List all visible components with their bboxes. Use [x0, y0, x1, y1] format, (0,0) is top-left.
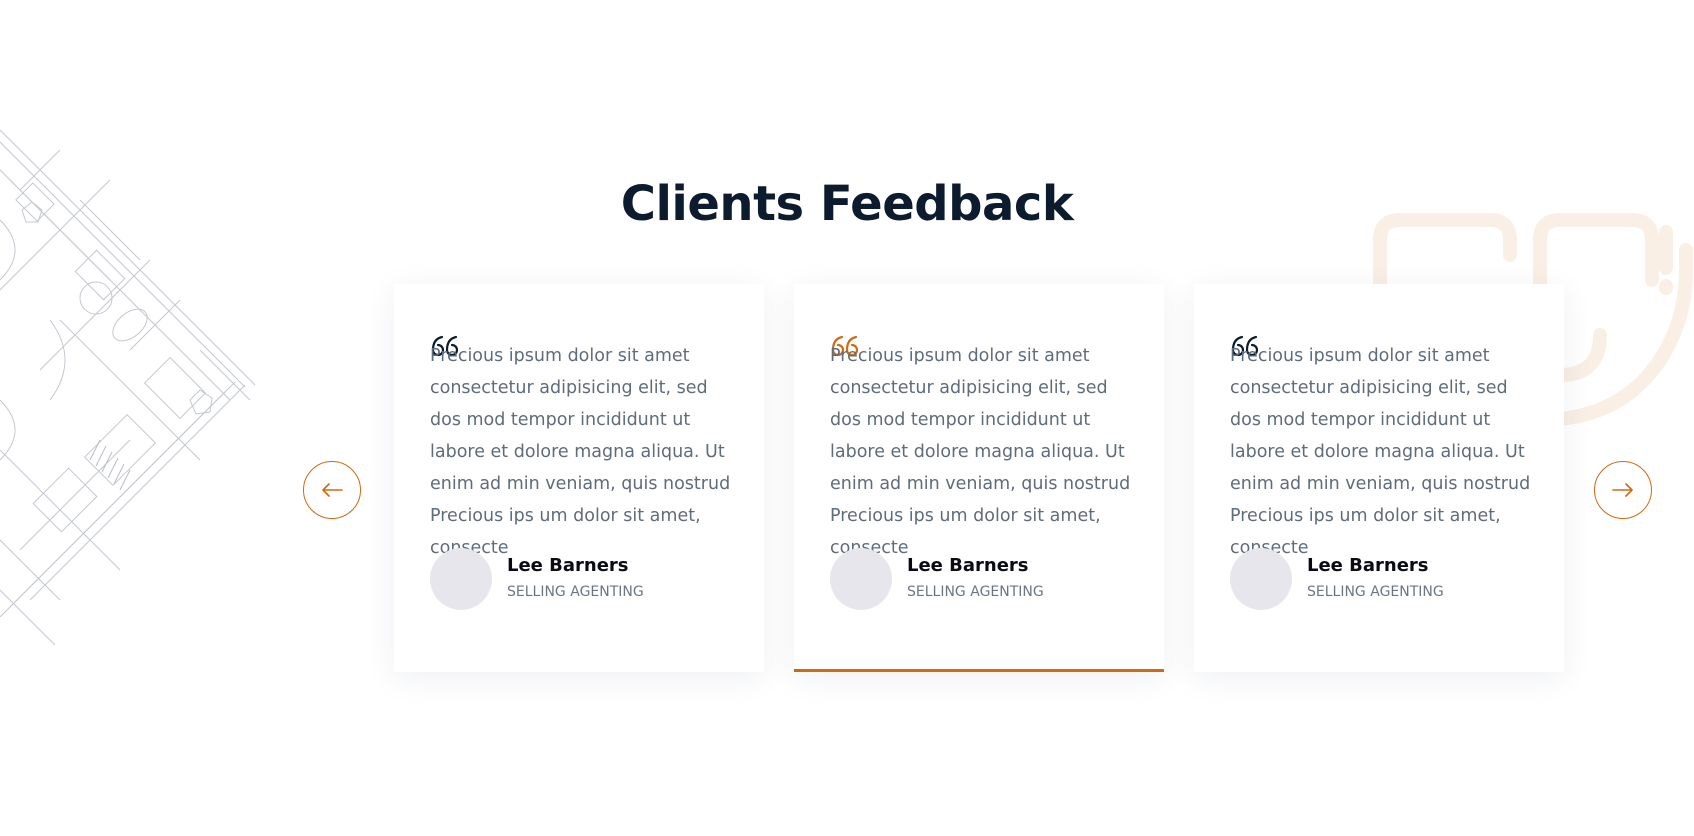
author-name: Lee Barners — [907, 555, 1029, 576]
avatar — [430, 548, 492, 610]
testimonial-author: Lee Barners SELLING AGENTING — [1230, 548, 1550, 612]
prev-button[interactable] — [303, 461, 361, 519]
author-role: SELLING AGENTING — [507, 584, 644, 600]
testimonial-author: Lee Barners SELLING AGENTING — [830, 548, 1150, 612]
avatar — [830, 548, 892, 610]
arrow-right-icon — [1612, 483, 1633, 497]
arrow-left-icon — [322, 483, 343, 497]
author-role: SELLING AGENTING — [1307, 584, 1444, 600]
author-name: Lee Barners — [507, 555, 629, 576]
testimonial-card[interactable]: Precious ipsum dolor sit amet consectetu… — [1194, 284, 1564, 672]
testimonial-author: Lee Barners SELLING AGENTING — [430, 548, 750, 612]
testimonial-text: Precious ipsum dolor sit amet consectetu… — [1230, 346, 1531, 558]
testimonial-card[interactable]: Precious ipsum dolor sit amet consectetu… — [394, 284, 764, 672]
section-title: Clients Feedback — [620, 176, 1074, 232]
author-role: SELLING AGENTING — [907, 584, 1044, 600]
testimonial-text: Precious ipsum dolor sit amet consectetu… — [830, 346, 1131, 558]
avatar — [1230, 548, 1292, 610]
testimonial-card-active[interactable]: Precious ipsum dolor sit amet consectetu… — [794, 284, 1164, 672]
author-name: Lee Barners — [1307, 555, 1429, 576]
testimonial-text: Precious ipsum dolor sit amet consectetu… — [430, 346, 731, 558]
next-button[interactable] — [1594, 461, 1652, 519]
